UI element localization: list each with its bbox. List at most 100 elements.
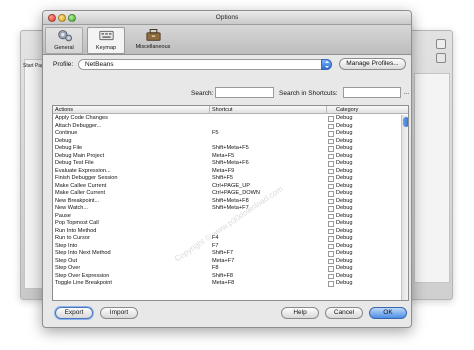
table-row[interactable]: Continue F5 Debug [53, 130, 401, 138]
action-name: New Watch... [55, 205, 89, 211]
table-row[interactable]: Finish Debugger Session Shift+F5 Debug [53, 175, 401, 183]
category-checkbox[interactable] [328, 161, 334, 167]
category-checkbox[interactable] [328, 251, 334, 257]
keyboard-icon [98, 30, 114, 41]
table-row[interactable]: Toggle Line Breakpoint Meta+F8 Debug [53, 280, 401, 288]
background-tab-label: Start Pag [23, 63, 44, 69]
table-row[interactable]: Debug File Shift+Meta+F5 Debug [53, 145, 401, 153]
category-checkbox[interactable] [328, 206, 334, 212]
table-row[interactable]: Step Into F7 Debug [53, 243, 401, 251]
cancel-button[interactable]: Cancel [325, 307, 363, 319]
category-checkbox[interactable] [328, 243, 334, 249]
shortcut-value[interactable]: Ctrl+PAGE_UP [212, 183, 250, 191]
category-checkbox[interactable] [328, 138, 334, 144]
shortcut-value[interactable]: Shift+F8 [212, 273, 233, 281]
category-value: Debug [336, 115, 353, 121]
column-header-category[interactable]: Category [336, 107, 358, 113]
shortcut-value[interactable]: Ctrl+PAGE_DOWN [212, 190, 260, 198]
shortcut-value[interactable]: Shift+F5 [212, 175, 233, 183]
action-name: Pop Topmost Call [55, 220, 99, 226]
category-checkbox[interactable] [328, 131, 334, 137]
table-row[interactable]: Make Caller Current Ctrl+PAGE_DOWN Debug [53, 190, 401, 198]
table-row[interactable]: Debug Main Project Meta+F5 Debug [53, 153, 401, 161]
table-row[interactable]: New Breakpoint... Shift+Meta+F8 Debug [53, 198, 401, 206]
shortcut-value[interactable]: Shift+Meta+F6 [212, 160, 249, 168]
table-row[interactable]: Run to Cursor F4 Debug [53, 235, 401, 243]
shortcut-value[interactable]: Shift+F7 [212, 250, 233, 258]
shortcut-value[interactable]: F7 [212, 243, 219, 251]
table-row[interactable]: Apply Code Changes Debug [53, 115, 401, 123]
shortcut-value[interactable]: Meta+F8 [212, 280, 234, 288]
search-shortcuts-input[interactable] [343, 87, 401, 98]
category-checkbox[interactable] [328, 123, 334, 129]
table-row[interactable]: Step Out Meta+F7 Debug [53, 258, 401, 266]
category-label: Keymap [95, 45, 117, 51]
window-icon [436, 53, 446, 63]
ok-button[interactable]: OK [369, 307, 407, 319]
category-checkbox[interactable] [328, 266, 334, 272]
category-value: Debug [336, 212, 353, 219]
window-icon [436, 39, 446, 49]
category-checkbox[interactable] [328, 273, 334, 279]
action-name: New Breakpoint... [55, 197, 100, 204]
import-button[interactable]: Import [100, 307, 138, 319]
action-name: Run to Cursor [55, 235, 90, 241]
table-row[interactable]: Evaluate Expression... Meta+F9 Debug [53, 168, 401, 176]
shortcut-value[interactable]: Shift+Meta+F8 [212, 198, 249, 206]
category-keymap[interactable]: Keymap [87, 27, 125, 54]
table-row[interactable]: Make Callee Current Ctrl+PAGE_UP Debug [53, 183, 401, 191]
table-row[interactable]: New Watch... Shift+Meta+F7 Debug [53, 205, 401, 213]
category-checkbox[interactable] [328, 168, 334, 174]
category-value: Debug [336, 250, 353, 256]
category-checkbox[interactable] [328, 116, 334, 122]
category-checkbox[interactable] [328, 183, 334, 189]
table-row[interactable]: Attach Debugger... Debug [53, 123, 401, 131]
category-value: Debug [336, 197, 353, 204]
category-value: Debug [336, 280, 353, 286]
category-checkbox[interactable] [328, 228, 334, 234]
gear-icon [57, 30, 72, 42]
column-header-actions[interactable]: Actions [55, 107, 73, 113]
action-name: Step Into [55, 242, 78, 249]
shortcut-value[interactable]: Meta+F5 [212, 153, 234, 161]
shortcut-value[interactable]: F5 [212, 130, 219, 138]
table-row[interactable]: Debug Debug [53, 138, 401, 146]
category-checkbox[interactable] [328, 221, 334, 227]
shortcut-more-button[interactable]: ... [404, 90, 409, 96]
shortcut-value[interactable]: Meta+F9 [212, 168, 234, 176]
table-row[interactable]: Step Into Next Method Shift+F7 Debug [53, 250, 401, 258]
shortcut-value[interactable]: F8 [212, 265, 219, 273]
search-input[interactable] [215, 87, 274, 98]
table-header: Actions Shortcut Category [53, 106, 408, 114]
category-miscellaneous[interactable]: Miscellaneous [129, 27, 177, 54]
shortcut-value[interactable]: Meta+F7 [212, 258, 234, 266]
category-checkbox[interactable] [328, 176, 334, 182]
table-row[interactable]: Debug Test File Shift+Meta+F6 Debug [53, 160, 401, 168]
table-row[interactable]: Step Over Expression Shift+F8 Debug [53, 273, 401, 281]
shortcut-value[interactable]: Shift+Meta+F5 [212, 145, 249, 153]
title-bar[interactable]: Options [43, 11, 411, 25]
category-checkbox[interactable] [328, 281, 334, 287]
profile-value: NetBeans [85, 61, 114, 68]
category-checkbox[interactable] [328, 236, 334, 242]
category-checkbox[interactable] [328, 153, 334, 159]
chevron-updown-icon[interactable] [321, 59, 332, 70]
profile-select[interactable]: NetBeans [78, 59, 332, 70]
category-checkbox[interactable] [328, 146, 334, 152]
category-checkbox[interactable] [328, 191, 334, 197]
table-row[interactable]: Step Over F8 Debug [53, 265, 401, 273]
scrollbar-thumb[interactable] [403, 117, 408, 127]
column-divider [326, 106, 327, 114]
category-value: Debug [336, 190, 353, 196]
help-button[interactable]: Help [281, 307, 319, 319]
manage-profiles-button[interactable]: Manage Profiles... [339, 58, 406, 70]
export-button[interactable]: Export [55, 307, 93, 319]
category-checkbox[interactable] [328, 213, 334, 219]
action-name: Debug Main Project [55, 152, 105, 159]
action-name: Step Over Expression [55, 272, 110, 279]
column-header-shortcut[interactable]: Shortcut [212, 107, 232, 113]
category-checkbox[interactable] [328, 198, 334, 204]
vertical-scrollbar[interactable] [401, 115, 408, 300]
category-checkbox[interactable] [328, 258, 334, 264]
category-general[interactable]: General [45, 27, 83, 54]
